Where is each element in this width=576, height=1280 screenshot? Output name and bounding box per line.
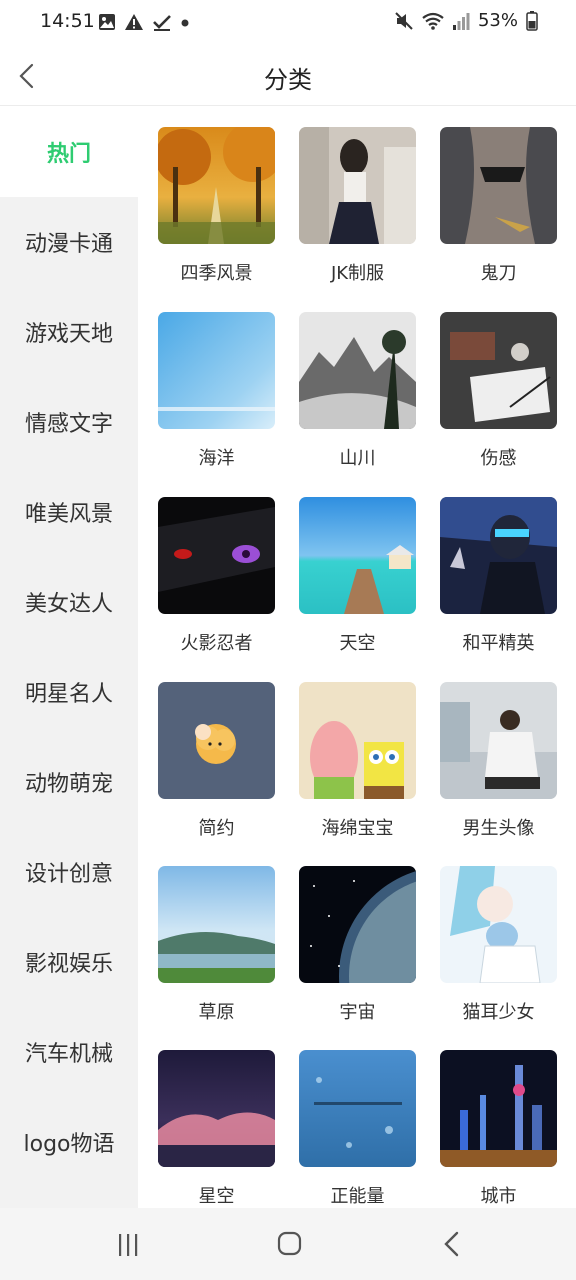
sidebar-item-emotion-text[interactable]: 情感文字: [0, 377, 138, 467]
category-thumbnail: [440, 1050, 557, 1167]
status-bar: 14:51 53%: [0, 0, 576, 48]
category-card[interactable]: 天空: [299, 497, 417, 655]
category-thumbnail: [440, 312, 557, 429]
category-label: 山川: [339, 448, 376, 469]
sidebar-item-vehicles[interactable]: 汽车机械: [0, 1007, 138, 1097]
category-label: 和平精英: [462, 633, 535, 654]
category-label: 伤感: [480, 448, 517, 469]
sidebar-item-anime[interactable]: 动漫卡通: [0, 197, 138, 287]
back-icon: [444, 1231, 459, 1257]
category-thumbnail: [158, 682, 275, 799]
category-thumbnail: [440, 497, 557, 614]
category-thumbnail: [440, 127, 557, 244]
sidebar-item-hot[interactable]: 热门: [0, 107, 138, 197]
category-label: 简约: [198, 818, 235, 839]
signal-icon: [452, 12, 470, 30]
sidebar-item-beauty[interactable]: 美女达人: [0, 557, 138, 647]
category-label: 海绵宝宝: [321, 818, 394, 839]
category-thumbnail: [299, 682, 416, 799]
category-thumbnail: [299, 866, 416, 983]
category-card[interactable]: 海绵宝宝: [299, 682, 417, 840]
category-card[interactable]: 山川: [299, 312, 417, 470]
category-card[interactable]: 男生头像: [440, 682, 558, 840]
category-grid: 四季风景 JK制服 鬼刀 海洋 山川 伤感 火影忍者 天空 和平精英 简约 海绵…: [138, 107, 576, 1208]
system-nav-bar: [0, 1208, 576, 1280]
category-label: 星空: [198, 1186, 235, 1207]
category-card[interactable]: 和平精英: [440, 497, 558, 655]
status-time: 14:51: [40, 10, 95, 32]
nav-back-button[interactable]: [432, 1226, 472, 1262]
category-thumbnail: [158, 312, 275, 429]
page-title: 分类: [264, 66, 312, 94]
wifi-icon: [422, 12, 444, 30]
category-card[interactable]: 正能量: [299, 1050, 417, 1208]
category-thumbnail: [440, 682, 557, 799]
home-icon: [277, 1231, 302, 1256]
category-card[interactable]: 简约: [158, 682, 276, 840]
sidebar-item-games[interactable]: 游戏天地: [0, 287, 138, 377]
category-label: 海洋: [198, 448, 235, 469]
category-thumbnail: [299, 312, 416, 429]
category-thumbnail: [158, 866, 275, 983]
category-card[interactable]: 伤感: [440, 312, 558, 470]
home-button[interactable]: [269, 1226, 309, 1262]
category-sidebar: 热门 动漫卡通 游戏天地 情感文字 唯美风景 美女达人 明星名人 动物萌宠 设计…: [0, 107, 138, 1208]
check-icon: [153, 15, 171, 31]
category-label: 四季风景: [180, 263, 253, 284]
warning-icon: [125, 14, 143, 30]
category-thumbnail: [158, 127, 275, 244]
category-label: 草原: [198, 1002, 235, 1023]
category-card[interactable]: 星空: [158, 1050, 276, 1208]
category-card[interactable]: 鬼刀: [440, 127, 558, 285]
category-thumbnail: [440, 866, 557, 983]
category-label: 猫耳少女: [462, 1002, 535, 1023]
category-card[interactable]: 海洋: [158, 312, 276, 470]
category-card[interactable]: 猫耳少女: [440, 866, 558, 1024]
category-label: 鬼刀: [480, 263, 517, 284]
category-label: 火影忍者: [180, 633, 253, 654]
category-card[interactable]: 草原: [158, 866, 276, 1024]
category-label: 正能量: [330, 1186, 385, 1207]
category-card[interactable]: JK制服: [299, 127, 417, 285]
sidebar-item-celebrities[interactable]: 明星名人: [0, 647, 138, 737]
category-label: 男生头像: [462, 818, 535, 839]
battery-percent: 53%: [477, 10, 518, 31]
image-icon: [99, 14, 115, 30]
recent-apps-icon: [119, 1234, 138, 1256]
category-label: 宇宙: [339, 1002, 376, 1023]
recent-apps-button[interactable]: [108, 1226, 148, 1262]
sidebar-item-design[interactable]: 设计创意: [0, 827, 138, 917]
category-label: JK制服: [330, 263, 385, 284]
category-thumbnail: [158, 1050, 275, 1167]
category-card[interactable]: 火影忍者: [158, 497, 276, 655]
category-thumbnail: [299, 1050, 416, 1167]
battery-icon: [526, 10, 538, 31]
dot-icon: [181, 19, 189, 27]
sidebar-item-logo[interactable]: logo物语: [0, 1097, 138, 1187]
category-label: 天空: [339, 633, 376, 654]
app-header: 分类: [0, 48, 576, 106]
category-card[interactable]: 城市: [440, 1050, 558, 1208]
category-card[interactable]: 宇宙: [299, 866, 417, 1024]
category-thumbnail: [299, 497, 416, 614]
sidebar-item-entertainment[interactable]: 影视娱乐: [0, 917, 138, 1007]
category-label: 城市: [480, 1186, 517, 1207]
category-card[interactable]: 四季风景: [158, 127, 276, 285]
sidebar-item-scenery[interactable]: 唯美风景: [0, 467, 138, 557]
mute-icon: [395, 11, 413, 30]
sidebar-item-pets[interactable]: 动物萌宠: [0, 737, 138, 827]
category-thumbnail: [299, 127, 416, 244]
category-thumbnail: [158, 497, 275, 614]
